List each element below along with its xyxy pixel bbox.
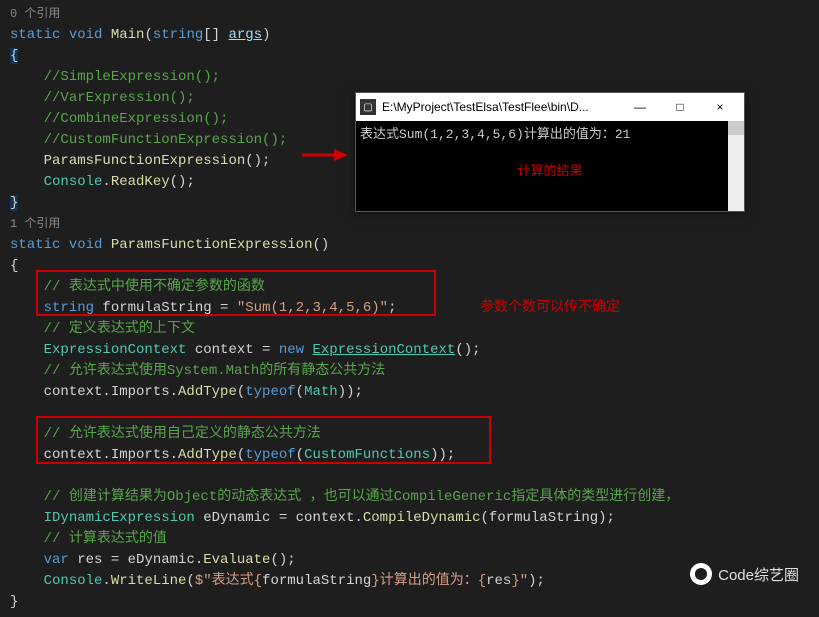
minimize-button[interactable]: — — [620, 94, 660, 120]
console-output-line: 表达式Sum(1,2,3,4,5,6)计算出的值为：21 — [360, 123, 740, 142]
comment-line: // 表达式中使用不确定参数的函数 — [10, 277, 809, 298]
comment-line: // 创建计算结果为Object的动态表达式 ，也可以通过CompileGene… — [10, 487, 809, 508]
brace-open: { — [10, 46, 809, 67]
arrow-annotation-icon — [300, 146, 348, 171]
math-addtype-line: context.Imports.AddType(typeof(Math)); — [10, 382, 809, 403]
brace-close: } — [10, 592, 809, 613]
comment-line: //SimpleExpression(); — [10, 67, 809, 88]
context-line: ExpressionContext context = new Expressi… — [10, 340, 809, 361]
console-scrollbar[interactable] — [728, 121, 744, 211]
console-app-icon: ▢ — [360, 99, 376, 115]
reference-count: 0 个引用 — [10, 4, 809, 25]
watermark-text: Code综艺圈 — [718, 564, 799, 585]
comment-line: // 计算表达式的值 — [10, 529, 809, 550]
close-button[interactable]: × — [700, 94, 740, 120]
comment-line: // 定义表达式的上下文 — [10, 319, 809, 340]
console-result-annotation: 计算的结果 — [360, 160, 740, 179]
formula-line: string formulaString = "Sum(1,2,3,4,5,6)… — [10, 298, 809, 319]
brace-open: { — [10, 256, 809, 277]
pfe-signature: static void ParamsFunctionExpression() — [10, 235, 809, 256]
comment-line: // 允许表达式使用System.Math的所有静态公共方法 — [10, 361, 809, 382]
watermark: Code综艺圈 — [690, 563, 799, 585]
custom-addtype-line: context.Imports.AddType(typeof(CustomFun… — [10, 445, 809, 466]
console-title: E:\MyProject\TestElsa\TestFlee\bin\D... — [382, 100, 620, 114]
blank-line — [10, 466, 809, 487]
main-signature: static void Main(string[] args) — [10, 25, 809, 46]
scrollbar-thumb[interactable] — [728, 121, 744, 135]
comment-line: // 允许表达式使用自己定义的静态公共方法 — [10, 424, 809, 445]
console-titlebar[interactable]: ▢ E:\MyProject\TestElsa\TestFlee\bin\D..… — [356, 93, 744, 121]
annotation-param-note: 参数个数可以传不确定 — [480, 296, 620, 316]
dynamic-line: IDynamicExpression eDynamic = context.Co… — [10, 508, 809, 529]
reference-count: 1 个引用 — [10, 214, 809, 235]
wechat-icon — [690, 563, 712, 585]
console-body: 表达式Sum(1,2,3,4,5,6)计算出的值为：21 计算的结果 — [356, 121, 744, 211]
blank-line — [10, 403, 809, 424]
console-window: ▢ E:\MyProject\TestElsa\TestFlee\bin\D..… — [355, 92, 745, 212]
maximize-button[interactable]: □ — [660, 94, 700, 120]
